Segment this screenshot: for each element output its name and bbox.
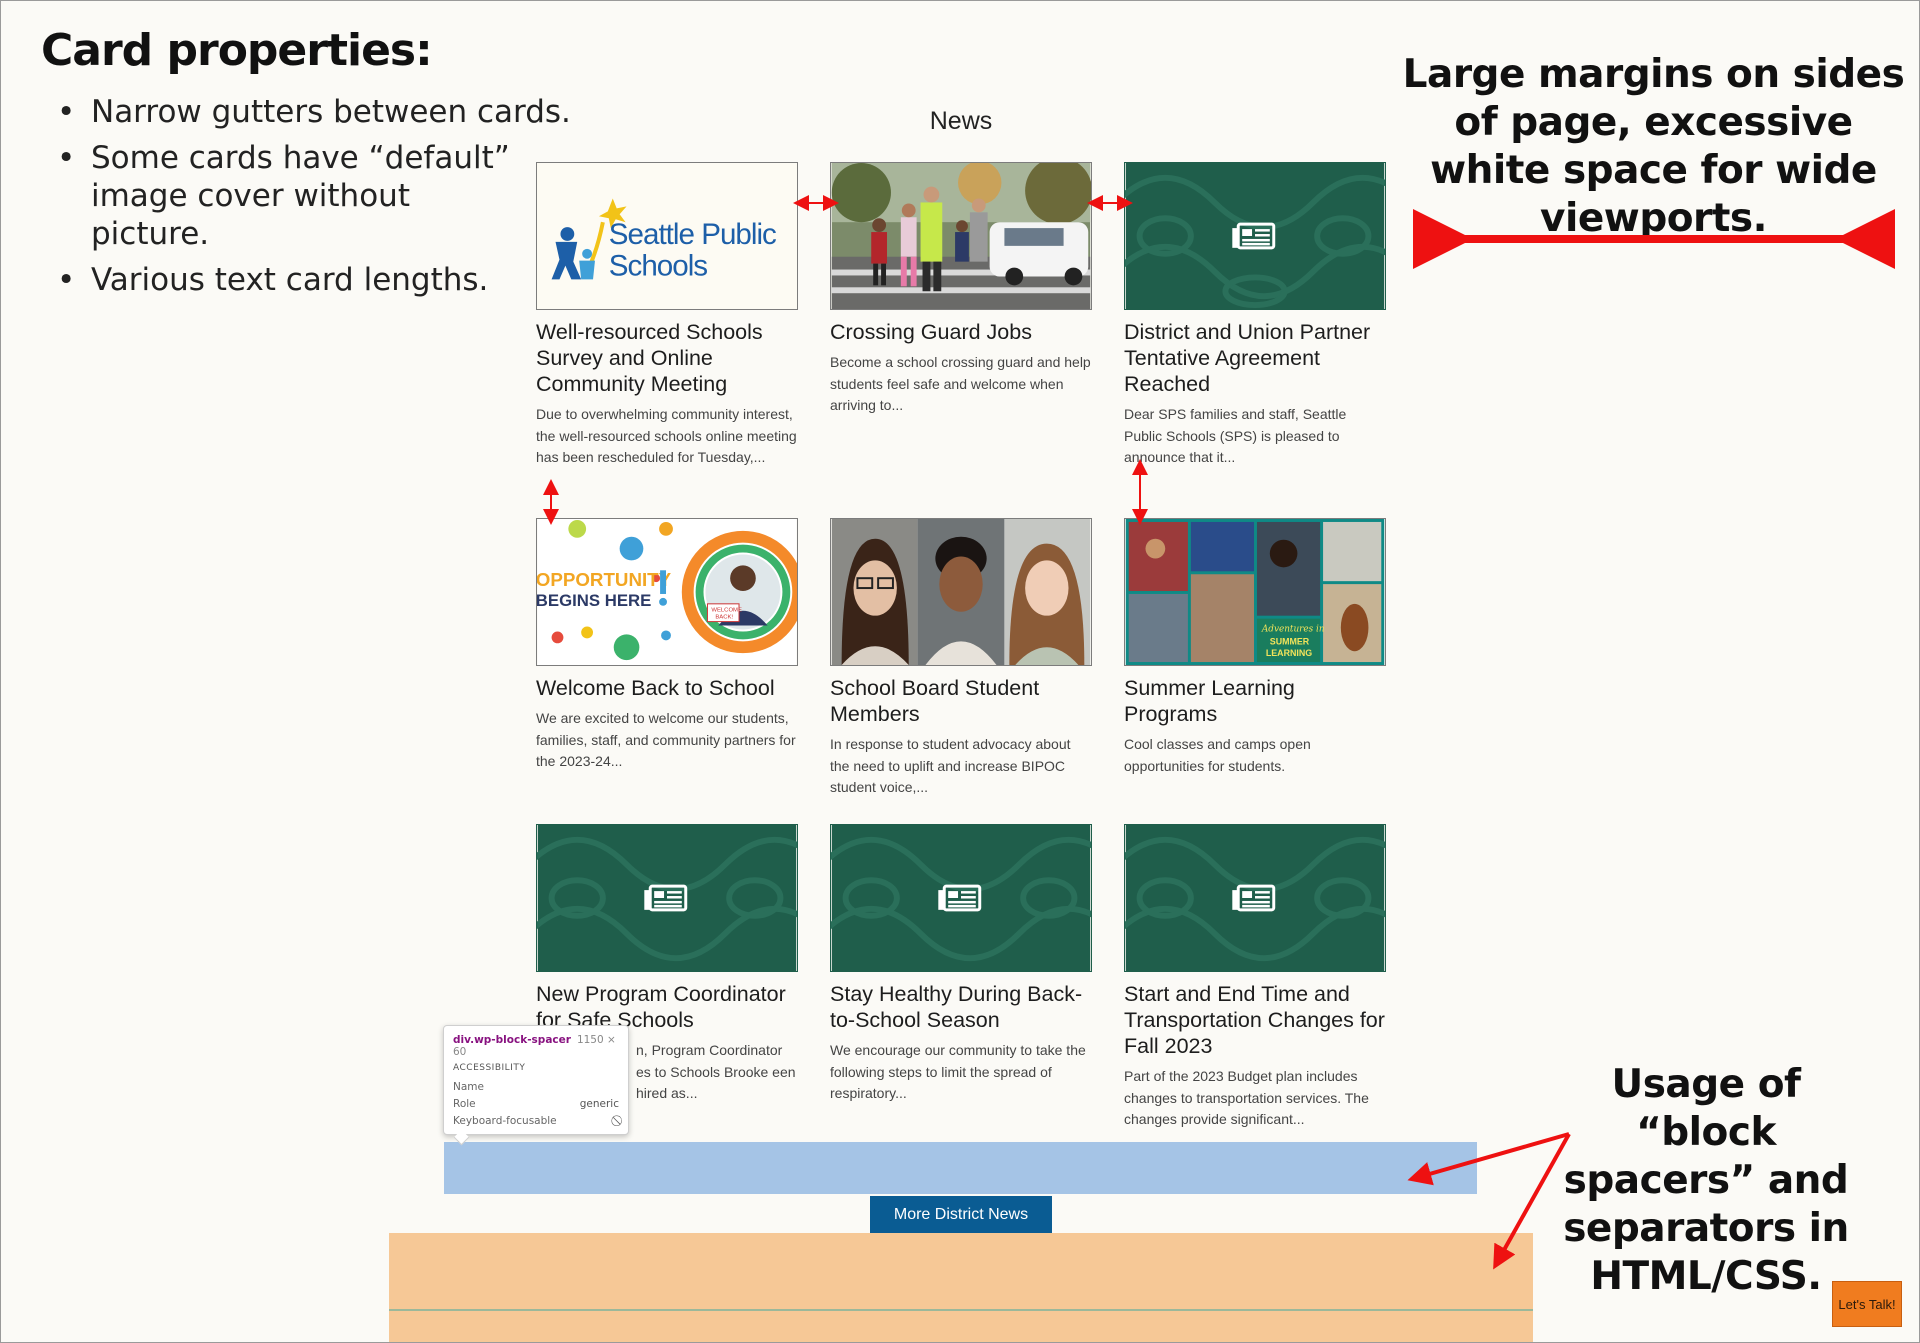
card-title[interactable]: District and Union Partner Tentative Agr… xyxy=(1124,319,1386,397)
card-image[interactable] xyxy=(536,824,798,972)
opportunity-line-1: OPPORTUNITY xyxy=(537,569,672,590)
card-excerpt: We encourage our community to take the f… xyxy=(830,1042,1086,1101)
card-property-item: Some cards have “default” image cover wi… xyxy=(53,139,531,253)
tooltip-row-label: Role xyxy=(453,1098,476,1110)
card-image[interactable] xyxy=(1124,162,1386,310)
card-excerpt: We are excited to welcome our students, … xyxy=(536,710,796,769)
card-image[interactable] xyxy=(830,162,1092,310)
news-card[interactable]: Seattle Public Schools Well-resourced Sc… xyxy=(536,162,798,469)
card-properties-heading: Card properties: xyxy=(41,25,433,76)
news-card[interactable]: Start and End Time and Transportation Ch… xyxy=(1124,824,1386,1131)
summer-line-3: LEARNING xyxy=(1266,648,1312,658)
card-title[interactable]: School Board Student Members xyxy=(830,675,1092,727)
sign-line-2: BACK! xyxy=(715,615,733,621)
card-image[interactable]: WELCOME BACK! OPPORTUNITY BEGINS HERE xyxy=(536,518,798,666)
card-image[interactable] xyxy=(1124,824,1386,972)
news-card[interactable]: District and Union Partner Tentative Agr… xyxy=(1124,162,1386,469)
sign-line-1: WELCOME xyxy=(711,608,742,614)
card-image[interactable]: Seattle Public Schools xyxy=(536,162,798,310)
card-properties-list: Narrow gutters between cards. Some cards… xyxy=(53,93,573,307)
summer-line-2: SUMMER xyxy=(1270,636,1310,646)
spacer-annotation: Usage of “block spacers” and separators … xyxy=(1563,1062,1849,1299)
separator-spacer-highlight xyxy=(389,1233,1533,1342)
card-image[interactable] xyxy=(830,824,1092,972)
card-title[interactable]: Summer Learning Programs xyxy=(1124,675,1386,727)
card-excerpt: Part of the 2023 Budget plan includes ch… xyxy=(1124,1068,1369,1127)
card-property-item: Narrow gutters between cards. xyxy=(53,93,573,131)
default-cover-image xyxy=(1125,163,1385,309)
news-heading: News xyxy=(929,107,993,135)
tooltip-selector: div.wp-block-spacer xyxy=(453,1034,571,1046)
sps-logo-image: Seattle Public Schools xyxy=(537,163,797,309)
tooltip-section-label: ACCESSIBILITY xyxy=(453,1063,526,1073)
news-card[interactable]: Stay Healthy During Back-to-School Seaso… xyxy=(830,824,1092,1105)
default-cover-image xyxy=(831,825,1091,971)
card-excerpt: Dear SPS families and staff, Seattle Pub… xyxy=(1124,406,1347,465)
more-district-news-button[interactable]: More District News xyxy=(870,1196,1052,1233)
tooltip-row: Role generic xyxy=(453,1098,619,1110)
margin-width-arrow xyxy=(1413,209,1895,269)
logo-line-1: Seattle Public xyxy=(609,218,777,251)
default-cover-image xyxy=(537,825,797,971)
lets-talk-chat-button[interactable]: Let's Talk! xyxy=(1832,1281,1902,1327)
tooltip-row-label: Keyboard-focusable xyxy=(453,1115,557,1127)
card-excerpt: Cool classes and camps open opportunitie… xyxy=(1124,736,1311,774)
screenshot-frame: Card properties: Narrow gutters between … xyxy=(0,0,1920,1343)
card-excerpt: Due to overwhelming community interest, … xyxy=(536,406,797,465)
card-title[interactable]: Stay Healthy During Back-to-School Seaso… xyxy=(830,981,1092,1033)
news-card[interactable]: School Board Student Members In response… xyxy=(830,518,1092,799)
devtools-inspect-tooltip: div.wp-block-spacer 1150 × 60 ACCESSIBILI… xyxy=(443,1025,629,1146)
crossing-guard-photo xyxy=(831,163,1091,309)
tooltip-row: Keyboard-focusable ⃠ xyxy=(453,1115,619,1128)
card-excerpt: Become a school crossing guard and help … xyxy=(830,354,1091,413)
tooltip-row: Name xyxy=(453,1081,619,1093)
block-spacer-highlight xyxy=(444,1142,1477,1194)
welcome-back-image: WELCOME BACK! OPPORTUNITY BEGINS HERE xyxy=(537,519,797,665)
card-excerpt: In response to student advocacy about th… xyxy=(830,736,1071,795)
news-card[interactable]: Crossing Guard Jobs Become a school cros… xyxy=(830,162,1092,417)
card-property-item: Various text card lengths. xyxy=(53,261,573,299)
card-image[interactable]: Adventures in SUMMER LEARNING xyxy=(1124,518,1386,666)
tooltip-row-label: Name xyxy=(453,1081,484,1093)
card-title[interactable]: Crossing Guard Jobs xyxy=(830,319,1092,345)
summer-learning-collage: Adventures in SUMMER LEARNING xyxy=(1125,519,1385,665)
separator-line xyxy=(389,1309,1533,1311)
card-title[interactable]: Well-resourced Schools Survey and Online… xyxy=(536,319,798,397)
card-image[interactable] xyxy=(830,518,1092,666)
tooltip-row-value: generic xyxy=(579,1098,619,1110)
card-title[interactable]: Welcome Back to School xyxy=(536,675,798,701)
summer-line-1: Adventures in xyxy=(1261,624,1325,634)
card-title[interactable]: Start and End Time and Transportation Ch… xyxy=(1124,981,1386,1059)
logo-line-2: Schools xyxy=(609,249,708,282)
default-cover-image xyxy=(1125,825,1385,971)
news-card[interactable]: Adventures in SUMMER LEARNING Summer Lea… xyxy=(1124,518,1386,777)
student-portraits-image xyxy=(831,519,1091,665)
opportunity-line-2: BEGINS HERE xyxy=(537,591,651,610)
news-card[interactable]: WELCOME BACK! OPPORTUNITY BEGINS HERE We… xyxy=(536,518,798,773)
